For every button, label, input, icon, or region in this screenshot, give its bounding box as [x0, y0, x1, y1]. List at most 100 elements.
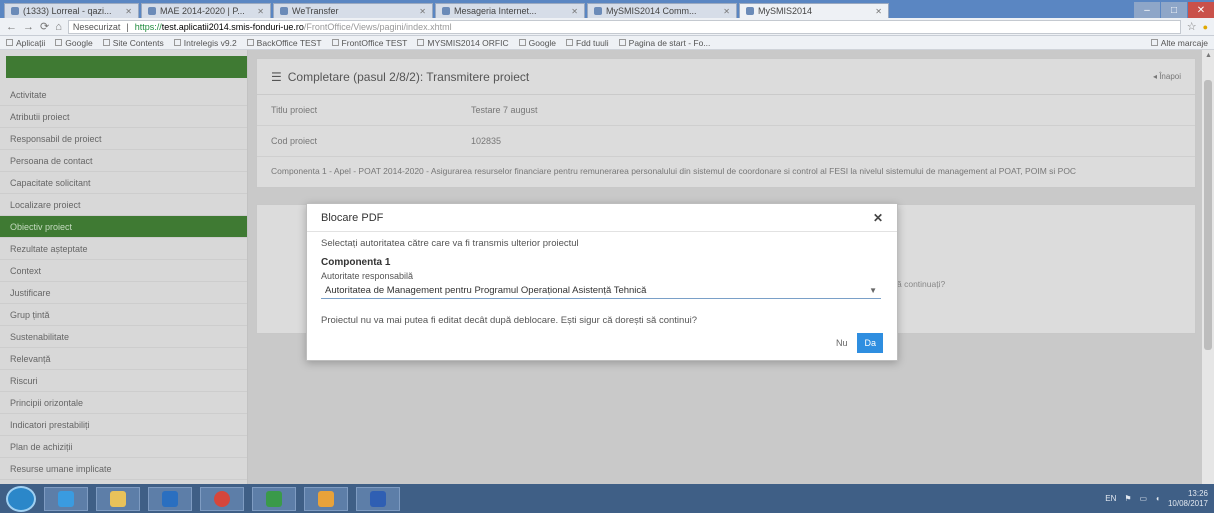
- authority-label: Autoritate responsabilă: [321, 271, 414, 281]
- sidebar-item[interactable]: Resurse umane implicate: [0, 458, 247, 480]
- bookmark-icon: [173, 39, 181, 46]
- close-tab-icon[interactable]: ✕: [723, 7, 730, 16]
- bookmark-item[interactable]: FrontOffice TEST: [331, 38, 407, 48]
- component-heading: Componenta 1: [321, 257, 391, 268]
- close-tab-icon[interactable]: ✕: [257, 7, 264, 16]
- yes-button[interactable]: Da: [857, 333, 883, 353]
- start-button[interactable]: [6, 485, 36, 512]
- taskbar-app-outlook[interactable]: [304, 486, 348, 511]
- bookmark-item[interactable]: Fdd tuuli: [566, 38, 609, 48]
- favicon-icon: [442, 7, 450, 15]
- sidebar-item[interactable]: Capacitate solicitant: [0, 172, 247, 194]
- minimize-button[interactable]: –: [1134, 2, 1160, 18]
- browser-tab[interactable]: (1333) Lorreal - qazi... ✕: [4, 3, 139, 18]
- os-taskbar: EN ⚑ ▭ ◖ 13:26 10/08/2017: [0, 484, 1214, 513]
- component-description: Componenta 1 - Apel - POAT 2014-2020 - A…: [271, 166, 1077, 176]
- taskbar-app-explorer[interactable]: [96, 486, 140, 511]
- clock[interactable]: 13:26 10/08/2017: [1168, 489, 1208, 509]
- bookmark-icon: [331, 39, 339, 46]
- sidebar-item[interactable]: Rezultate așteptate: [0, 238, 247, 260]
- modal-header: Blocare PDF ✕: [307, 204, 897, 232]
- language-indicator[interactable]: EN: [1105, 494, 1116, 503]
- taskbar-app-media[interactable]: [148, 486, 192, 511]
- sidebar-item[interactable]: Riscuri: [0, 370, 247, 392]
- sidebar-item[interactable]: Persoana de contact: [0, 150, 247, 172]
- sidebar-item[interactable]: Atributii proiect: [0, 106, 247, 128]
- list-icon: ☰: [271, 69, 282, 84]
- sidebar: Activitate Atributii proiect Responsabil…: [0, 50, 248, 484]
- flag-icon[interactable]: ⚑: [1124, 494, 1131, 503]
- sidebar-item[interactable]: Grup țintă: [0, 304, 247, 326]
- apps-icon: [6, 39, 13, 46]
- scrollbar-thumb[interactable]: [1204, 80, 1212, 350]
- taskbar-app-chrome[interactable]: [200, 486, 244, 511]
- sidebar-item[interactable]: Sustenabilitate: [0, 326, 247, 348]
- taskbar-app-ie[interactable]: [44, 486, 88, 511]
- sidebar-item[interactable]: Principii orizontale: [0, 392, 247, 414]
- browser-tab-strip: (1333) Lorreal - qazi... ✕ MAE 2014-2020 …: [0, 0, 1214, 18]
- bookmark-item[interactable]: Intrelegis v9.2: [173, 38, 237, 48]
- bookmark-item[interactable]: Site Contents: [102, 38, 164, 48]
- bookmarks-bar: Aplicații Google Site Contents Intrelegi…: [0, 36, 1214, 50]
- sidebar-item[interactable]: Activitate: [0, 84, 247, 106]
- home-icon[interactable]: ⌂: [55, 21, 62, 33]
- browser-tab[interactable]: Mesageria Internet... ✕: [435, 3, 585, 18]
- close-tab-icon[interactable]: ✕: [875, 7, 882, 16]
- sidebar-item[interactable]: Plan de achiziții: [0, 436, 247, 458]
- close-tab-icon[interactable]: ✕: [571, 7, 578, 16]
- bookmark-item[interactable]: Pagina de start - Fo...: [618, 38, 710, 48]
- media-player-icon: [162, 490, 178, 507]
- sidebar-item[interactable]: Indicatori prestabiliți: [0, 414, 247, 436]
- volume-icon[interactable]: ◖: [1155, 494, 1160, 503]
- bookmark-star-icon[interactable]: ☆: [1187, 20, 1197, 33]
- maximize-button[interactable]: □: [1161, 2, 1187, 18]
- url-input[interactable]: Nesecurizat | https://test.aplicatii2014…: [67, 19, 1181, 34]
- sidebar-item[interactable]: Localizare proiect: [0, 194, 247, 216]
- sidebar-item[interactable]: Relevanță: [0, 348, 247, 370]
- browser-tab[interactable]: WeTransfer ✕: [273, 3, 433, 18]
- blocare-pdf-modal: Blocare PDF ✕ Selectați autoritatea cătr…: [306, 203, 898, 361]
- taskbar-app-word[interactable]: [356, 486, 400, 511]
- project-panel: ☰ Completare (pasul 2/8/2): Transmitere p…: [256, 58, 1196, 188]
- other-bookmarks[interactable]: Alte marcaje: [1150, 38, 1208, 48]
- extension-icon[interactable]: ●: [1203, 22, 1208, 32]
- bookmark-item[interactable]: MYSMIS2014 ORFIC: [417, 38, 509, 48]
- authority-select[interactable]: Autoritatea de Management pentru Program…: [321, 283, 881, 299]
- bookmark-icon: [518, 39, 526, 46]
- background-confirm-text: ă continuați?: [897, 279, 946, 289]
- security-indicator[interactable]: Nesecurizat: [73, 22, 121, 32]
- sidebar-item[interactable]: Responsabil de proiect: [0, 128, 247, 150]
- info-row: Cod proiect 102835: [257, 126, 1195, 157]
- sidebar-item[interactable]: Context: [0, 260, 247, 282]
- bookmark-item[interactable]: Aplicații: [6, 38, 45, 48]
- close-tab-icon[interactable]: ✕: [419, 7, 426, 16]
- network-icon[interactable]: ▭: [1140, 494, 1148, 503]
- bookmark-icon: [102, 39, 110, 46]
- browser-tab-active[interactable]: MySMIS2014 ✕: [739, 3, 889, 18]
- forward-arrow-icon[interactable]: →: [23, 21, 34, 33]
- reload-icon[interactable]: ⟳: [40, 20, 49, 33]
- excel-icon: [266, 490, 282, 507]
- close-icon[interactable]: ✕: [873, 211, 883, 225]
- folder-icon: [110, 490, 126, 507]
- back-button[interactable]: ◂ Înapoi: [1153, 72, 1181, 81]
- back-arrow-icon[interactable]: ←: [6, 21, 17, 33]
- sidebar-item-active[interactable]: Obiectiv proiect: [0, 216, 247, 238]
- browser-tab[interactable]: MAE 2014-2020 | P... ✕: [141, 3, 271, 18]
- browser-tab[interactable]: MySMIS2014 Comm... ✕: [587, 3, 737, 18]
- close-tab-icon[interactable]: ✕: [125, 7, 132, 16]
- sidebar-item[interactable]: Justificare: [0, 282, 247, 304]
- bookmark-icon: [618, 39, 626, 46]
- url-host: test.aplicatii2014.smis-fonduri-ue.ro: [161, 21, 304, 32]
- sidebar-header: [6, 56, 247, 78]
- taskbar-app-excel[interactable]: [252, 486, 296, 511]
- no-button[interactable]: Nu: [836, 338, 848, 348]
- panel-header: ☰ Completare (pasul 2/8/2): Transmitere p…: [257, 59, 1195, 95]
- close-window-button[interactable]: ✕: [1188, 2, 1214, 18]
- bookmark-item[interactable]: Google: [518, 38, 556, 48]
- bookmark-item[interactable]: Google: [55, 38, 93, 48]
- page-scrollbar[interactable]: ▲: [1202, 50, 1214, 484]
- scroll-up-icon[interactable]: ▲: [1205, 52, 1212, 59]
- favicon-icon: [594, 7, 602, 15]
- bookmark-item[interactable]: BackOffice TEST: [246, 38, 322, 48]
